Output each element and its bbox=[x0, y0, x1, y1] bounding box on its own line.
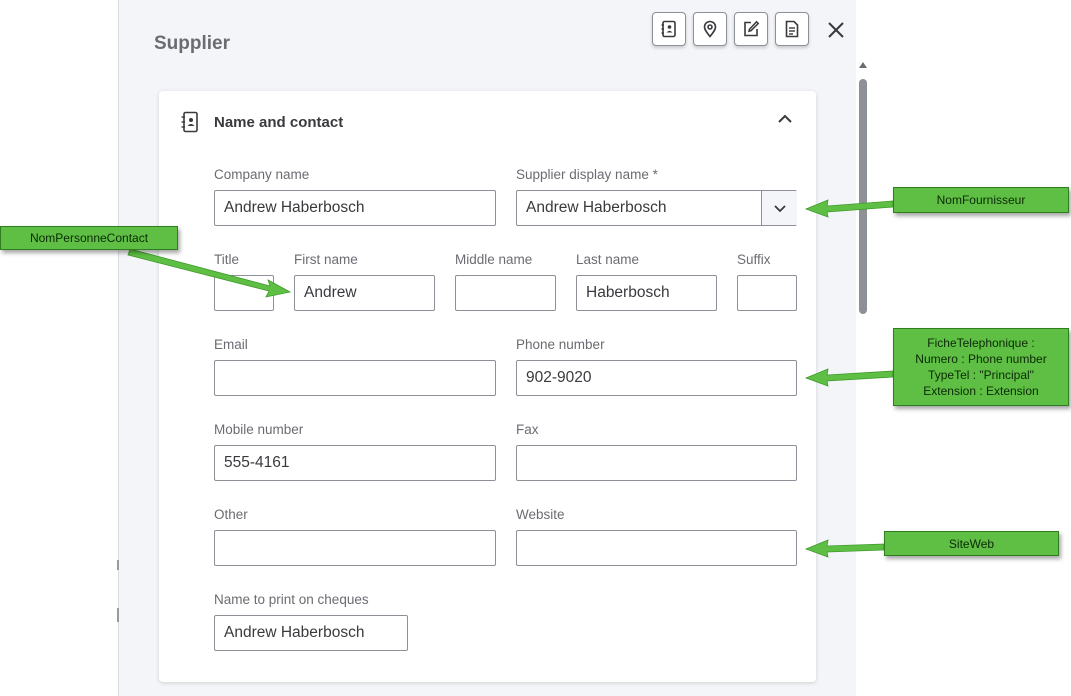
first-name-input[interactable]: Andrew bbox=[294, 275, 435, 311]
cheque-name-label: Name to print on cheques bbox=[214, 592, 369, 607]
close-icon bbox=[828, 22, 844, 38]
chevron-down-icon bbox=[773, 205, 786, 213]
fax-input[interactable] bbox=[516, 445, 797, 481]
scroll-up-arrow[interactable] bbox=[859, 62, 867, 68]
contact-book-icon bbox=[180, 111, 200, 138]
callout-phone-line: Numero : Phone number bbox=[915, 352, 1047, 366]
email-input[interactable] bbox=[214, 360, 496, 396]
first-name-label: First name bbox=[294, 252, 358, 267]
section-title: Name and contact bbox=[214, 114, 344, 131]
display-name-label: Supplier display name * bbox=[516, 167, 658, 182]
callout-phone-record: FicheTelephonique : Numero : Phone numbe… bbox=[893, 328, 1069, 406]
close-button[interactable] bbox=[824, 18, 848, 42]
callout-phone-line: TypeTel : "Principal" bbox=[928, 368, 1034, 382]
title-label: Title bbox=[214, 252, 240, 267]
address-section-button[interactable] bbox=[693, 12, 727, 46]
mobile-input[interactable]: 555-4161 bbox=[214, 445, 496, 481]
collapse-section-button[interactable] bbox=[775, 109, 795, 134]
fax-label: Fax bbox=[516, 422, 539, 437]
other-label: Other bbox=[214, 507, 248, 522]
mobile-label: Mobile number bbox=[214, 422, 304, 437]
display-name-value: Andrew Haberbosch bbox=[526, 199, 667, 216]
other-input[interactable] bbox=[214, 530, 496, 566]
chevron-up-icon bbox=[778, 114, 792, 123]
last-name-input[interactable]: Haberbosch bbox=[576, 275, 717, 311]
display-name-select[interactable]: Andrew Haberbosch bbox=[516, 190, 797, 226]
panel-title: Supplier bbox=[154, 33, 231, 54]
edit-note-icon bbox=[744, 20, 760, 37]
middle-name-label: Middle name bbox=[455, 252, 533, 267]
attachments-section-button[interactable] bbox=[775, 12, 809, 46]
suffix-input[interactable] bbox=[737, 275, 797, 311]
callout-phone-line: Extension : Extension bbox=[923, 384, 1039, 398]
callout-contact-person: NomPersonneContact bbox=[0, 226, 178, 250]
website-input[interactable] bbox=[516, 530, 797, 566]
contact-section-button[interactable] bbox=[652, 12, 686, 46]
last-name-label: Last name bbox=[576, 252, 640, 267]
document-icon bbox=[785, 20, 799, 38]
middle-name-input[interactable] bbox=[455, 275, 556, 311]
callout-phone-line: FicheTelephonique : bbox=[927, 336, 1035, 350]
phone-label: Phone number bbox=[516, 337, 605, 352]
contact-book-icon bbox=[661, 20, 676, 38]
display-name-dropdown-button[interactable] bbox=[761, 191, 797, 225]
scrollbar-thumb[interactable] bbox=[859, 79, 867, 314]
phone-input[interactable]: 902-9020 bbox=[516, 360, 797, 396]
company-name-input[interactable]: Andrew Haberbosch bbox=[214, 190, 496, 226]
company-name-label: Company name bbox=[214, 167, 310, 182]
email-label: Email bbox=[214, 337, 248, 352]
notes-section-button[interactable] bbox=[734, 12, 768, 46]
website-label: Website bbox=[516, 507, 565, 522]
title-input[interactable] bbox=[214, 275, 274, 311]
callout-website: SiteWeb bbox=[884, 531, 1059, 556]
callout-supplier-name: NomFournisseur bbox=[893, 187, 1069, 213]
cheque-name-input[interactable]: Andrew Haberbosch bbox=[214, 615, 408, 651]
location-pin-icon bbox=[703, 20, 717, 38]
suffix-label: Suffix bbox=[737, 252, 771, 267]
